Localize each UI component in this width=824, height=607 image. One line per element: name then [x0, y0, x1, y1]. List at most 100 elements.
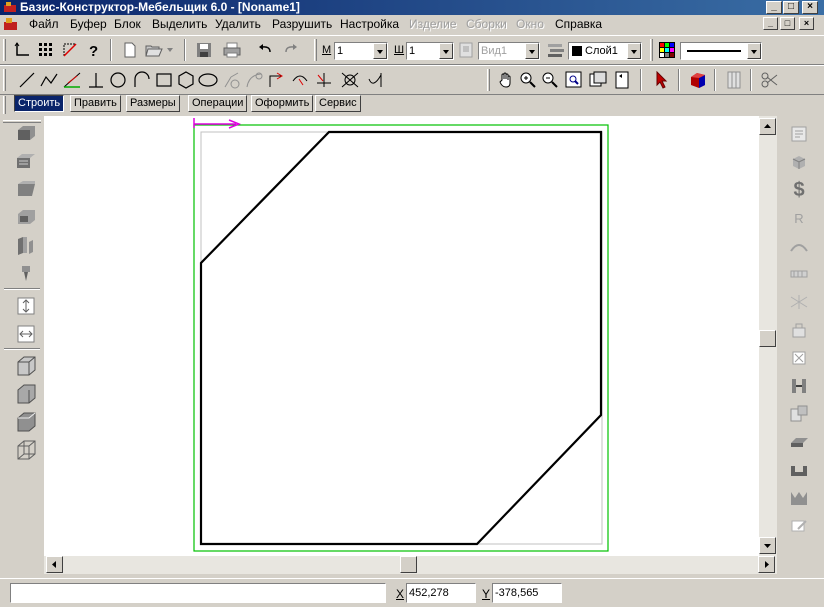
mdi-close-button[interactable]: × [799, 17, 814, 30]
tangent-arc-tool-icon[interactable] [244, 70, 264, 90]
minimize-button[interactable]: _ [766, 1, 782, 14]
undo-icon[interactable] [256, 40, 276, 60]
shelf-icon[interactable] [787, 430, 811, 454]
print-icon[interactable] [222, 40, 242, 60]
save-icon[interactable] [194, 40, 214, 60]
menu-block[interactable]: Блок [114, 17, 141, 32]
horizontal-dimension-icon[interactable] [14, 322, 38, 346]
zoom-in-icon[interactable] [518, 70, 538, 90]
handle-icon[interactable] [787, 346, 811, 370]
y-coord-field[interactable]: -378,565 [492, 583, 562, 603]
zoom-out-icon[interactable] [540, 70, 560, 90]
maximize-button[interactable]: □ [783, 1, 799, 14]
menu-help[interactable]: Справка [555, 17, 602, 32]
circle-tool-icon[interactable] [108, 70, 128, 90]
menu-assemblies[interactable]: Сборки [466, 17, 507, 32]
open-file-icon[interactable] [144, 40, 164, 60]
toolbar-grip[interactable] [3, 39, 6, 61]
edge-band-icon[interactable] [787, 262, 811, 286]
view-icon[interactable] [456, 40, 476, 60]
3d-view-icon[interactable] [688, 70, 708, 90]
close-button[interactable]: × [802, 1, 818, 14]
vertical-scroll-thumb[interactable] [759, 330, 776, 347]
scroll-down-button[interactable] [759, 537, 776, 554]
zoom-window-icon[interactable] [564, 70, 584, 90]
scroll-up-button[interactable] [759, 118, 776, 135]
arc-tool-icon[interactable] [132, 70, 152, 90]
menu-delete[interactable]: Удалить [215, 17, 261, 32]
box-frame-icon[interactable] [787, 458, 811, 482]
x-coord-field[interactable]: 452,278 [406, 583, 476, 603]
chevron-down-icon[interactable] [439, 43, 453, 59]
chevron-down-icon[interactable] [747, 43, 761, 59]
box-top-icon[interactable] [14, 410, 38, 434]
axis-origin-icon[interactable] [12, 40, 32, 60]
niche-icon[interactable] [787, 486, 811, 510]
menu-explode[interactable]: Разрушить [272, 17, 332, 32]
mdi-minimize-button[interactable]: _ [763, 17, 778, 30]
trim-tool-icon[interactable] [290, 70, 310, 90]
ellipse-tool-icon[interactable] [198, 70, 218, 90]
panel-view-icon[interactable] [724, 70, 744, 90]
line-tool-icon[interactable] [17, 70, 37, 90]
tab-build[interactable]: Строить [14, 95, 65, 112]
toolbar-grip[interactable] [314, 39, 317, 61]
chamfer-tool-icon[interactable] [340, 70, 360, 90]
menu-select[interactable]: Выделить [152, 17, 207, 32]
panel-horizontal-icon[interactable] [14, 150, 38, 174]
scroll-left-button[interactable] [46, 556, 63, 573]
toolbar-grip[interactable] [650, 39, 653, 61]
tab-edit[interactable]: Править [70, 95, 121, 112]
scroll-right-button[interactable] [758, 556, 775, 573]
menu-product[interactable]: Изделие [409, 17, 457, 32]
tab-format[interactable]: Оформить [251, 95, 314, 112]
open-dropdown-icon[interactable] [164, 40, 176, 60]
radius-icon[interactable]: R [787, 206, 811, 230]
panel-vertical-icon[interactable] [14, 234, 38, 258]
vertical-dimension-icon[interactable] [14, 294, 38, 318]
panel-profile-icon[interactable] [14, 206, 38, 230]
select-arrow-icon[interactable] [652, 70, 672, 90]
tab-dimensions[interactable]: Размеры [126, 95, 180, 112]
chevron-down-icon[interactable] [627, 43, 641, 59]
arc-edge-icon[interactable] [787, 234, 811, 258]
hinge-icon[interactable] [787, 318, 811, 342]
rectangle-tool-icon[interactable] [154, 70, 174, 90]
grid-icon[interactable] [36, 40, 56, 60]
fastener-icon[interactable] [14, 262, 38, 286]
help-icon[interactable]: ? [84, 40, 104, 60]
dollar-icon[interactable]: $ [787, 178, 811, 202]
divider-icon[interactable] [787, 374, 811, 398]
layer-combo[interactable]: Слой1 [568, 42, 642, 60]
linestyle-combo[interactable] [680, 42, 762, 60]
toolbar-grip[interactable] [3, 96, 6, 114]
fillet-tool-icon[interactable] [222, 70, 242, 90]
mdi-restore-button[interactable]: □ [780, 17, 795, 30]
m-combo[interactable]: 1 [334, 42, 388, 60]
box-front-icon[interactable] [14, 354, 38, 378]
polygon-tool-icon[interactable] [176, 70, 196, 90]
refresh-icon[interactable] [612, 70, 632, 90]
chevron-down-icon[interactable] [373, 43, 387, 59]
materials-icon[interactable] [787, 150, 811, 174]
w-combo[interactable]: 1 [406, 42, 454, 60]
redo-icon[interactable] [280, 40, 300, 60]
bend-tool-icon[interactable] [266, 70, 286, 90]
drawer-icon[interactable] [787, 402, 811, 426]
zoom-extents-icon[interactable] [588, 70, 608, 90]
cut-tool-icon[interactable] [760, 70, 780, 90]
extend-tool-icon[interactable] [314, 70, 334, 90]
perpendicular-tool-icon[interactable] [86, 70, 106, 90]
drawing-canvas[interactable] [44, 116, 759, 556]
menu-file[interactable]: Файл [29, 17, 59, 32]
menu-buffer[interactable]: Буфер [70, 17, 107, 32]
panel-back-icon[interactable] [14, 178, 38, 202]
panel-front-icon[interactable] [14, 122, 38, 146]
polyline-tool-icon[interactable] [39, 70, 59, 90]
new-file-icon[interactable] [120, 40, 140, 60]
vertical-scrollbar[interactable] [759, 116, 777, 556]
menu-window[interactable]: Окно [516, 17, 544, 32]
panel-pencil-icon[interactable] [787, 514, 811, 538]
layers-icon[interactable] [546, 40, 566, 60]
color-palette-icon[interactable] [657, 40, 677, 60]
